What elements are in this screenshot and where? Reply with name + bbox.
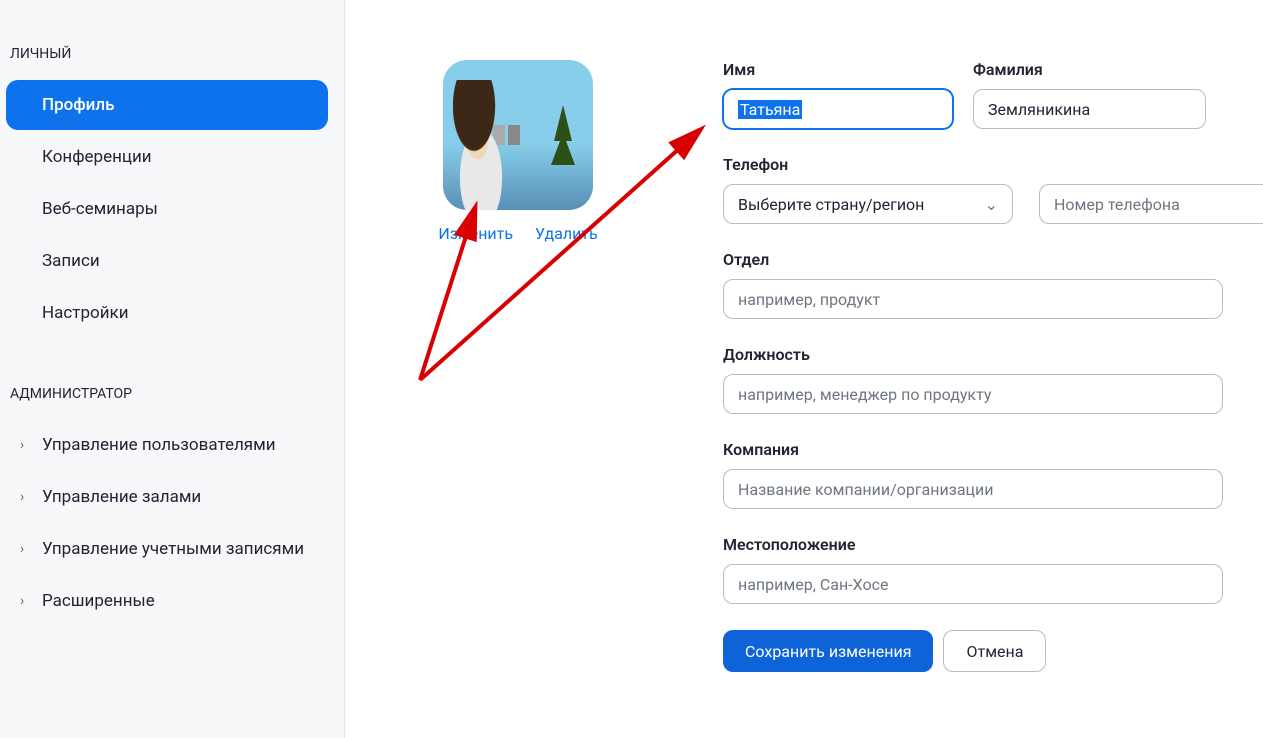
sidebar-section-admin: АДМИНИСТРАТОР <box>0 370 344 418</box>
phone-country-select[interactable]: Выберите страну/регион ⌄ <box>723 184 1013 224</box>
avatar-change-link[interactable]: Изменить <box>438 224 513 243</box>
avatar-delete-link[interactable]: Удалить <box>535 224 598 243</box>
department-input[interactable] <box>723 279 1223 319</box>
phone-label: Телефон <box>723 155 1223 174</box>
sidebar-item-profile[interactable]: Профиль <box>6 80 328 130</box>
avatar-section: Изменить Удалить <box>443 60 593 672</box>
last-name-label: Фамилия <box>973 60 1206 79</box>
avatar-image <box>443 60 593 210</box>
position-input[interactable] <box>723 374 1223 414</box>
sidebar: ЛИЧНЫЙ Профиль Конференции Веб-семинары … <box>0 0 345 738</box>
company-input[interactable] <box>723 469 1223 509</box>
sidebar-item-room-management[interactable]: ›Управление залами <box>6 472 328 522</box>
sidebar-section-personal: ЛИЧНЫЙ <box>0 30 344 78</box>
cancel-button[interactable]: Отмена <box>943 630 1046 672</box>
last-name-input[interactable] <box>973 89 1206 129</box>
chevron-right-icon: › <box>20 541 24 557</box>
sidebar-item-recordings[interactable]: Записи <box>6 236 328 286</box>
department-label: Отдел <box>723 250 1223 269</box>
profile-form: Имя Татьяна Фамилия Телефон Выберите стр… <box>723 60 1223 672</box>
sidebar-item-advanced[interactable]: ›Расширенные <box>6 576 328 626</box>
sidebar-item-settings[interactable]: Настройки <box>6 288 328 338</box>
chevron-down-icon: ⌄ <box>985 195 998 214</box>
phone-number-input[interactable] <box>1039 184 1263 224</box>
chevron-right-icon: › <box>20 593 24 609</box>
sidebar-item-meetings[interactable]: Конференции <box>6 132 328 182</box>
save-button[interactable]: Сохранить изменения <box>723 630 933 672</box>
sidebar-item-webinars[interactable]: Веб-семинары <box>6 184 328 234</box>
main-content: Изменить Удалить Имя Татьяна Фамилия Тел… <box>345 0 1263 738</box>
position-label: Должность <box>723 345 1223 364</box>
company-label: Компания <box>723 440 1223 459</box>
first-name-input[interactable]: Татьяна <box>723 89 953 129</box>
location-label: Местоположение <box>723 535 1223 554</box>
sidebar-item-user-management[interactable]: ›Управление пользователями <box>6 420 328 470</box>
sidebar-item-account-management[interactable]: ›Управление учетными записями <box>6 524 328 574</box>
chevron-right-icon: › <box>20 437 24 453</box>
first-name-label: Имя <box>723 60 953 79</box>
location-input[interactable] <box>723 564 1223 604</box>
chevron-right-icon: › <box>20 489 24 505</box>
